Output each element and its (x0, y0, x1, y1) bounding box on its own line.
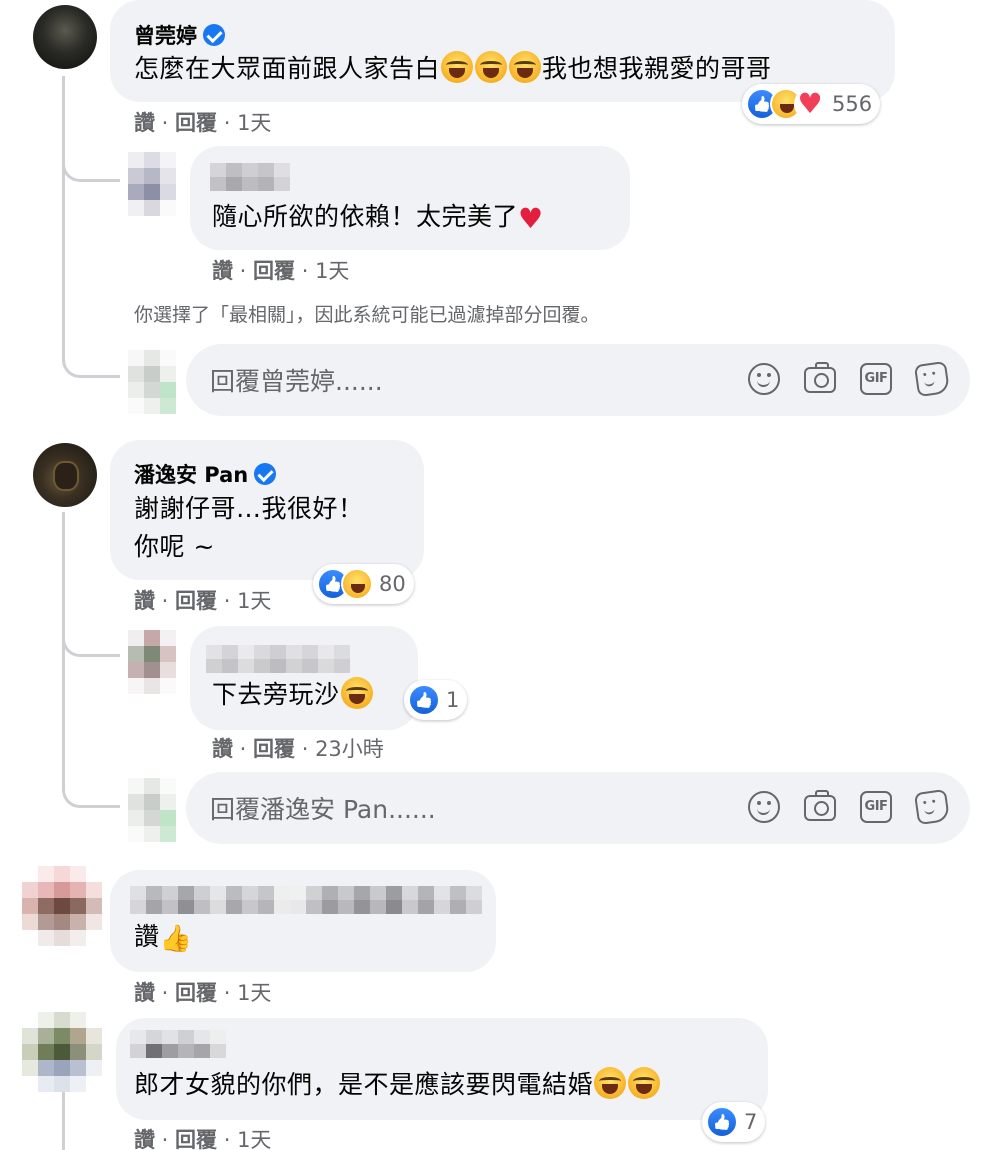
comment-author[interactable]: 潘逸安 Pan (134, 459, 277, 489)
rofl-emoji-icon (475, 51, 508, 83)
avatar[interactable] (33, 5, 97, 69)
reaction-summary[interactable]: 556 (742, 84, 881, 124)
timestamp[interactable]: 1天 (237, 111, 271, 135)
verified-badge-icon (203, 24, 225, 46)
like-reaction-icon (408, 684, 440, 716)
thread-line (62, 1092, 65, 1150)
reply-input[interactable]: 回覆潘逸安 Pan...... GIF (186, 772, 970, 844)
timestamp[interactable]: 1天 (237, 981, 271, 1005)
reply-link[interactable]: 回覆 (175, 981, 217, 1005)
like-reaction-icon (706, 1106, 738, 1138)
comment-text-line-2: 你呢 ~ (134, 532, 215, 561)
avatar[interactable] (33, 443, 97, 507)
reaction-count: 1 (446, 688, 460, 712)
sticker-icon[interactable] (913, 360, 951, 398)
like-link[interactable]: 讚 (134, 981, 155, 1005)
reply-link[interactable]: 回覆 (175, 589, 217, 613)
avatar[interactable] (128, 152, 176, 216)
comment-text-line-1: 謝謝仔哥…我很好！ (134, 494, 364, 523)
gif-icon[interactable]: GIF (860, 363, 892, 395)
reply-input-placeholder: 回覆曾莞婷...... (210, 367, 383, 396)
avatar[interactable] (22, 866, 102, 946)
thread-line (62, 76, 65, 346)
thread-branch (62, 615, 120, 657)
reply-input-placeholder: 回覆潘逸安 Pan...... (210, 795, 436, 824)
reply-author[interactable] (210, 163, 290, 191)
avatar[interactable] (22, 1012, 102, 1092)
like-link[interactable]: 讚 (134, 1128, 155, 1150)
avatar (128, 350, 176, 414)
thumbs-up-emoji-icon: 👍 (159, 924, 193, 954)
camera-icon[interactable] (804, 362, 836, 393)
like-link[interactable]: 讚 (134, 589, 155, 613)
comment-actions: 讚 · 回覆 · 1天 (134, 981, 272, 1005)
thread-branch (62, 760, 120, 808)
reply-text: 下去旁玩沙 (212, 676, 374, 714)
reply-link[interactable]: 回覆 (175, 1128, 217, 1150)
reply-link[interactable]: 回覆 (175, 111, 217, 135)
like-link[interactable]: 讚 (212, 259, 233, 283)
timestamp[interactable]: 1天 (237, 1128, 271, 1150)
comment-author[interactable] (130, 886, 482, 914)
sticker-icon[interactable] (913, 788, 951, 826)
rofl-emoji-icon (594, 1067, 627, 1099)
reaction-summary[interactable]: 1 (404, 680, 468, 720)
like-link[interactable]: 讚 (212, 737, 233, 761)
verified-badge-icon (254, 463, 277, 485)
haha-reaction-icon (341, 568, 373, 600)
comment-actions: 讚 · 回覆 · 1天 (134, 589, 272, 613)
reaction-count: 556 (832, 92, 873, 116)
reply-link[interactable]: 回覆 (253, 259, 295, 283)
smile-icon[interactable] (748, 791, 780, 823)
reply-input[interactable]: 回覆曾莞婷...... GIF (186, 344, 970, 416)
reply-actions: 讚 · 回覆 · 23小時 (212, 737, 384, 761)
timestamp[interactable]: 1天 (315, 259, 349, 283)
thread-branch (62, 330, 120, 378)
author-name[interactable]: 潘逸安 Pan (134, 463, 248, 487)
reply-author[interactable] (206, 645, 350, 673)
reply-actions: 讚 · 回覆 · 1天 (212, 259, 350, 283)
timestamp[interactable]: 23小時 (315, 737, 384, 761)
rofl-emoji-icon (628, 1067, 661, 1099)
input-tools: GIF (748, 788, 951, 826)
timestamp[interactable]: 1天 (237, 589, 271, 613)
camera-icon[interactable] (804, 790, 836, 821)
gif-icon[interactable]: GIF (860, 791, 892, 823)
input-tools: GIF (748, 360, 951, 398)
avatar[interactable] (128, 630, 176, 694)
author-name[interactable]: 曾莞婷 (134, 24, 197, 48)
reaction-summary[interactable]: 80 (313, 564, 414, 604)
rofl-emoji-icon (340, 677, 373, 709)
reply-text: 隨心所欲的依賴！太完美了♥ (212, 198, 544, 238)
reaction-summary[interactable]: 7 (702, 1102, 766, 1142)
heart-emoji-icon: ♥ (518, 202, 544, 235)
like-link[interactable]: 讚 (134, 111, 155, 135)
thread-branch (62, 140, 120, 182)
comment-actions: 讚 · 回覆 · 1天 (134, 1128, 272, 1150)
comment-text: 怎麼在大眾面前跟人家告白 我也想我親愛的哥哥 (134, 50, 772, 88)
reaction-count: 7 (744, 1110, 758, 1134)
reaction-count: 80 (379, 572, 406, 596)
reply-link[interactable]: 回覆 (253, 737, 295, 761)
smile-icon[interactable] (748, 363, 780, 395)
comment-author[interactable] (130, 1030, 226, 1058)
love-reaction-icon (794, 88, 826, 120)
rofl-emoji-icon (441, 51, 474, 83)
filter-notice: 你選擇了「最相關」，因此系統可能已過濾掉部分回覆。 (134, 304, 600, 326)
comment-text: 郎才女貌的你們，是不是應該要閃電結婚 (134, 1066, 661, 1104)
comment-author[interactable]: 曾莞婷 (134, 20, 225, 50)
avatar (128, 778, 176, 842)
comment-text: 讚👍 (134, 918, 192, 958)
comment-actions: 讚 · 回覆 · 1天 (134, 111, 272, 135)
rofl-emoji-icon (509, 51, 542, 83)
